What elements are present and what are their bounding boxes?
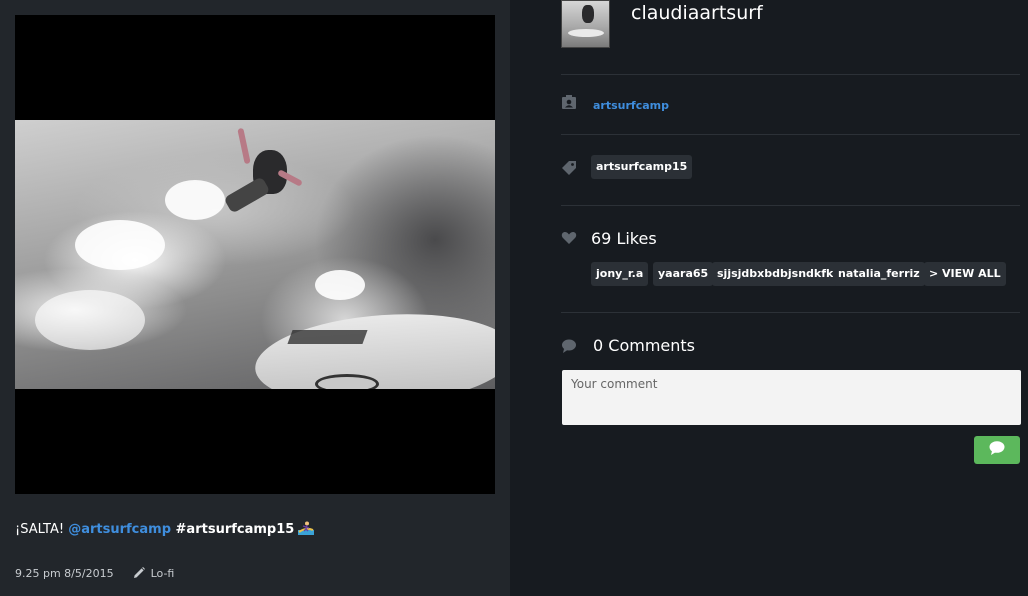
liker-chip[interactable]: jony_r.a bbox=[591, 262, 649, 286]
post-timestamp: 9.25 pm 8/5/2015 bbox=[15, 566, 114, 580]
post-meta: 9.25 pm 8/5/2015 Lo-fi bbox=[15, 566, 174, 580]
comment-input[interactable] bbox=[562, 370, 1021, 425]
location-link[interactable]: artsurfcamp bbox=[593, 99, 669, 112]
caption-hashtag-link[interactable]: #artsurfcamp15 bbox=[171, 522, 295, 537]
post-video-frame[interactable] bbox=[15, 15, 495, 494]
speech-bubble-icon bbox=[561, 338, 577, 354]
post-filter: Lo-fi bbox=[132, 566, 175, 580]
likes-count: 69 Likes bbox=[591, 229, 657, 248]
post-media-panel: ¡SALTA! @artsurfcamp #artsurfcamp15 9.25… bbox=[0, 0, 510, 596]
surfboard bbox=[252, 306, 495, 389]
divider bbox=[561, 205, 1020, 206]
caption-mention-link[interactable]: @artsurfcamp bbox=[68, 522, 171, 537]
filter-label: Lo-fi bbox=[150, 566, 175, 580]
divider bbox=[561, 74, 1020, 75]
post-caption: ¡SALTA! @artsurfcamp #artsurfcamp15 bbox=[15, 521, 315, 537]
comments-count: 0 Comments bbox=[593, 336, 695, 355]
divider bbox=[561, 312, 1020, 313]
tag-icon bbox=[561, 160, 577, 176]
divider bbox=[561, 134, 1020, 135]
surfer-emoji-icon bbox=[298, 521, 315, 535]
avatar[interactable] bbox=[561, 0, 610, 48]
contact-card-icon bbox=[561, 94, 577, 110]
hashtag-chip[interactable]: artsurfcamp15 bbox=[591, 155, 693, 179]
liker-chip[interactable]: natalia_ferriz bbox=[833, 262, 925, 286]
liker-chip[interactable]: yaara65 bbox=[653, 262, 714, 286]
send-comment-button[interactable] bbox=[974, 436, 1020, 464]
view-all-likes-button[interactable]: > VIEW ALL bbox=[924, 262, 1006, 286]
profile-username[interactable]: claudiaartsurf bbox=[631, 2, 763, 24]
heart-icon[interactable] bbox=[561, 230, 577, 246]
pencil-icon bbox=[132, 566, 146, 580]
chat-bubble-icon bbox=[988, 440, 1006, 460]
post-details-panel: claudiaartsurf artsurfcamp artsurfcamp15… bbox=[510, 0, 1028, 596]
caption-text: ¡SALTA! bbox=[15, 522, 69, 537]
post-photo bbox=[15, 120, 495, 389]
liker-chip[interactable]: sjjsjdbxbdbjsndkfk bbox=[712, 262, 839, 286]
